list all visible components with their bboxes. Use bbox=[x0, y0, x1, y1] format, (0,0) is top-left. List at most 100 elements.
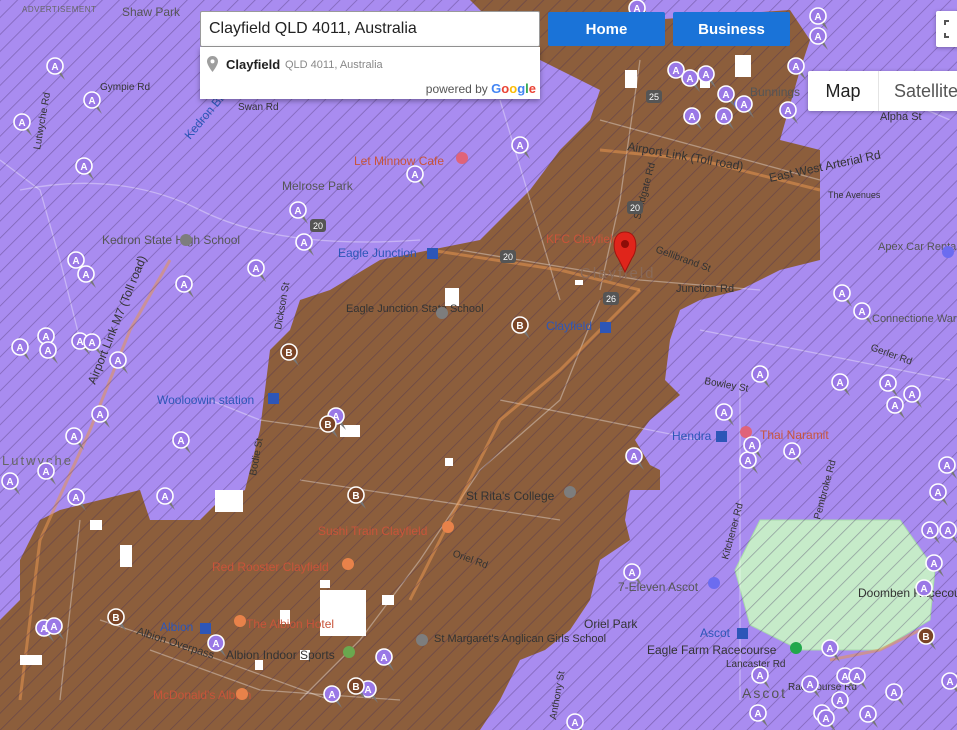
map-label-thai-naramit: Thai Naramit bbox=[760, 428, 829, 442]
marker-letter: A bbox=[822, 714, 829, 725]
park-icon bbox=[790, 642, 802, 654]
map-type-map-button[interactable]: Map bbox=[808, 71, 879, 111]
marker-letter: A bbox=[252, 264, 259, 275]
marker-letter: A bbox=[212, 639, 219, 650]
suggestion-main-text: Clayfield bbox=[226, 57, 281, 72]
map-label-7eleven: 7-Eleven Ascot bbox=[618, 580, 699, 594]
restaurant-icon bbox=[236, 688, 248, 700]
route-shield-20c: 20 bbox=[627, 201, 643, 214]
map-label-hendra: Hendra bbox=[672, 429, 712, 443]
map-label-ascot-station: Ascot bbox=[700, 626, 731, 640]
marker-letter: B bbox=[922, 632, 929, 643]
marker-letter: A bbox=[516, 141, 523, 152]
marker-letter: B bbox=[324, 420, 331, 431]
marker-letter: A bbox=[814, 32, 821, 43]
map-label-ej-school: Eagle Junction State School bbox=[346, 303, 484, 315]
marker-letter: A bbox=[630, 452, 637, 463]
marker-letter: A bbox=[926, 526, 933, 537]
marker-letter: B bbox=[516, 321, 523, 332]
shopping-icon bbox=[708, 577, 720, 589]
map-label-gympie: Gympie Rd bbox=[100, 82, 150, 93]
business-button[interactable]: Business bbox=[673, 12, 790, 46]
powered-by-text: powered by bbox=[425, 82, 488, 96]
map-label-junction-rd: Junction Rd bbox=[676, 283, 734, 295]
marker-letter: A bbox=[841, 672, 848, 683]
marker-letter: A bbox=[51, 62, 58, 73]
autocomplete-suggestion[interactable]: Clayfield QLD 4011, Australia bbox=[200, 47, 540, 81]
map-label-bunnings: Bunnings bbox=[750, 85, 800, 99]
map-label-kedron-school: Kedron State High School bbox=[102, 233, 240, 247]
marker-letter: A bbox=[788, 447, 795, 458]
marker-letter: A bbox=[300, 238, 307, 249]
map-label-red-rooster: Red Rooster Clayfield bbox=[212, 560, 329, 574]
marker-letter: A bbox=[82, 270, 89, 281]
map-label-oriel-park: Oriel Park bbox=[584, 617, 638, 631]
map-label-alpha-st: Alpha St bbox=[880, 111, 922, 123]
sports-icon bbox=[343, 646, 355, 658]
map-label-eagle-junction: Eagle Junction bbox=[338, 246, 417, 260]
marker-letter: A bbox=[720, 112, 727, 123]
marker-letter: A bbox=[934, 488, 941, 499]
marker-letter: A bbox=[380, 653, 387, 664]
map-type-satellite-button[interactable]: Satellite bbox=[878, 71, 957, 111]
marker-letter: A bbox=[920, 584, 927, 595]
marker-letter: A bbox=[180, 280, 187, 291]
train-station-icon bbox=[600, 322, 611, 333]
marker-letter: A bbox=[806, 680, 813, 691]
fullscreen-button[interactable] bbox=[936, 11, 957, 47]
marker-letter: A bbox=[908, 390, 915, 401]
marker-letter: A bbox=[740, 100, 747, 111]
train-station-icon bbox=[427, 248, 438, 259]
marker-letter: A bbox=[161, 492, 168, 503]
marker-letter: A bbox=[754, 709, 761, 720]
map-label-lutwyche: Lutwyche bbox=[2, 453, 73, 468]
map-label-st-margarets: St Margaret's Anglican Girls School bbox=[434, 633, 606, 645]
marker-letter: B bbox=[285, 348, 292, 359]
map-label-clayfield-suburb: Clayfield bbox=[580, 265, 656, 282]
school-icon bbox=[564, 486, 576, 498]
school-icon bbox=[416, 634, 428, 646]
marker-letter: A bbox=[686, 74, 693, 85]
map-label-kedron-school-l1: Kedron State High School bbox=[102, 233, 240, 247]
marker-letter: A bbox=[364, 685, 371, 696]
marker-letter: A bbox=[784, 106, 791, 117]
map-label-albion-hotel: The Albion Hotel bbox=[246, 617, 334, 631]
marker-letter: A bbox=[88, 96, 95, 107]
marker-letter: A bbox=[826, 644, 833, 655]
marker-letter: A bbox=[6, 477, 13, 488]
advertisement-label: ADVERTISEMENT bbox=[22, 5, 97, 14]
svg-text:20: 20 bbox=[313, 221, 323, 231]
marker-letter: A bbox=[744, 456, 751, 467]
marker-letter: A bbox=[890, 688, 897, 699]
marker-letter: A bbox=[720, 408, 727, 419]
marker-letter: A bbox=[748, 441, 755, 452]
marker-letter: A bbox=[756, 370, 763, 381]
map-label-sushi-train: Sushi Train Clayfield bbox=[318, 524, 427, 538]
marker-letter: A bbox=[70, 432, 77, 443]
train-station-icon bbox=[200, 623, 211, 634]
marker-letter: A bbox=[836, 696, 843, 707]
map-label-doomben: Doomben Racecourse bbox=[858, 586, 957, 600]
home-button[interactable]: Home bbox=[548, 12, 665, 46]
marker-letter: A bbox=[946, 677, 953, 688]
train-station-icon bbox=[737, 628, 748, 639]
marker-letter: A bbox=[294, 206, 301, 217]
marker-letter: A bbox=[96, 410, 103, 421]
marker-letter: A bbox=[72, 493, 79, 504]
train-station-icon bbox=[716, 431, 727, 442]
search-input[interactable] bbox=[200, 11, 540, 47]
svg-text:26: 26 bbox=[606, 294, 616, 304]
route-shield-20b: 20 bbox=[500, 250, 516, 263]
route-shield-26: 26 bbox=[603, 292, 619, 305]
marker-letter: A bbox=[722, 90, 729, 101]
marker-letter: B bbox=[352, 682, 359, 693]
marker-letter: A bbox=[864, 710, 871, 721]
marker-letter: A bbox=[72, 256, 79, 267]
route-shield-20a: 20 bbox=[310, 219, 326, 232]
marker-letter: A bbox=[177, 436, 184, 447]
school-icon bbox=[436, 307, 448, 319]
marker-letter: A bbox=[80, 162, 87, 173]
suggestion-secondary-text: QLD 4011, Australia bbox=[285, 59, 383, 71]
svg-text:20: 20 bbox=[630, 203, 640, 213]
restaurant-icon bbox=[442, 521, 454, 533]
